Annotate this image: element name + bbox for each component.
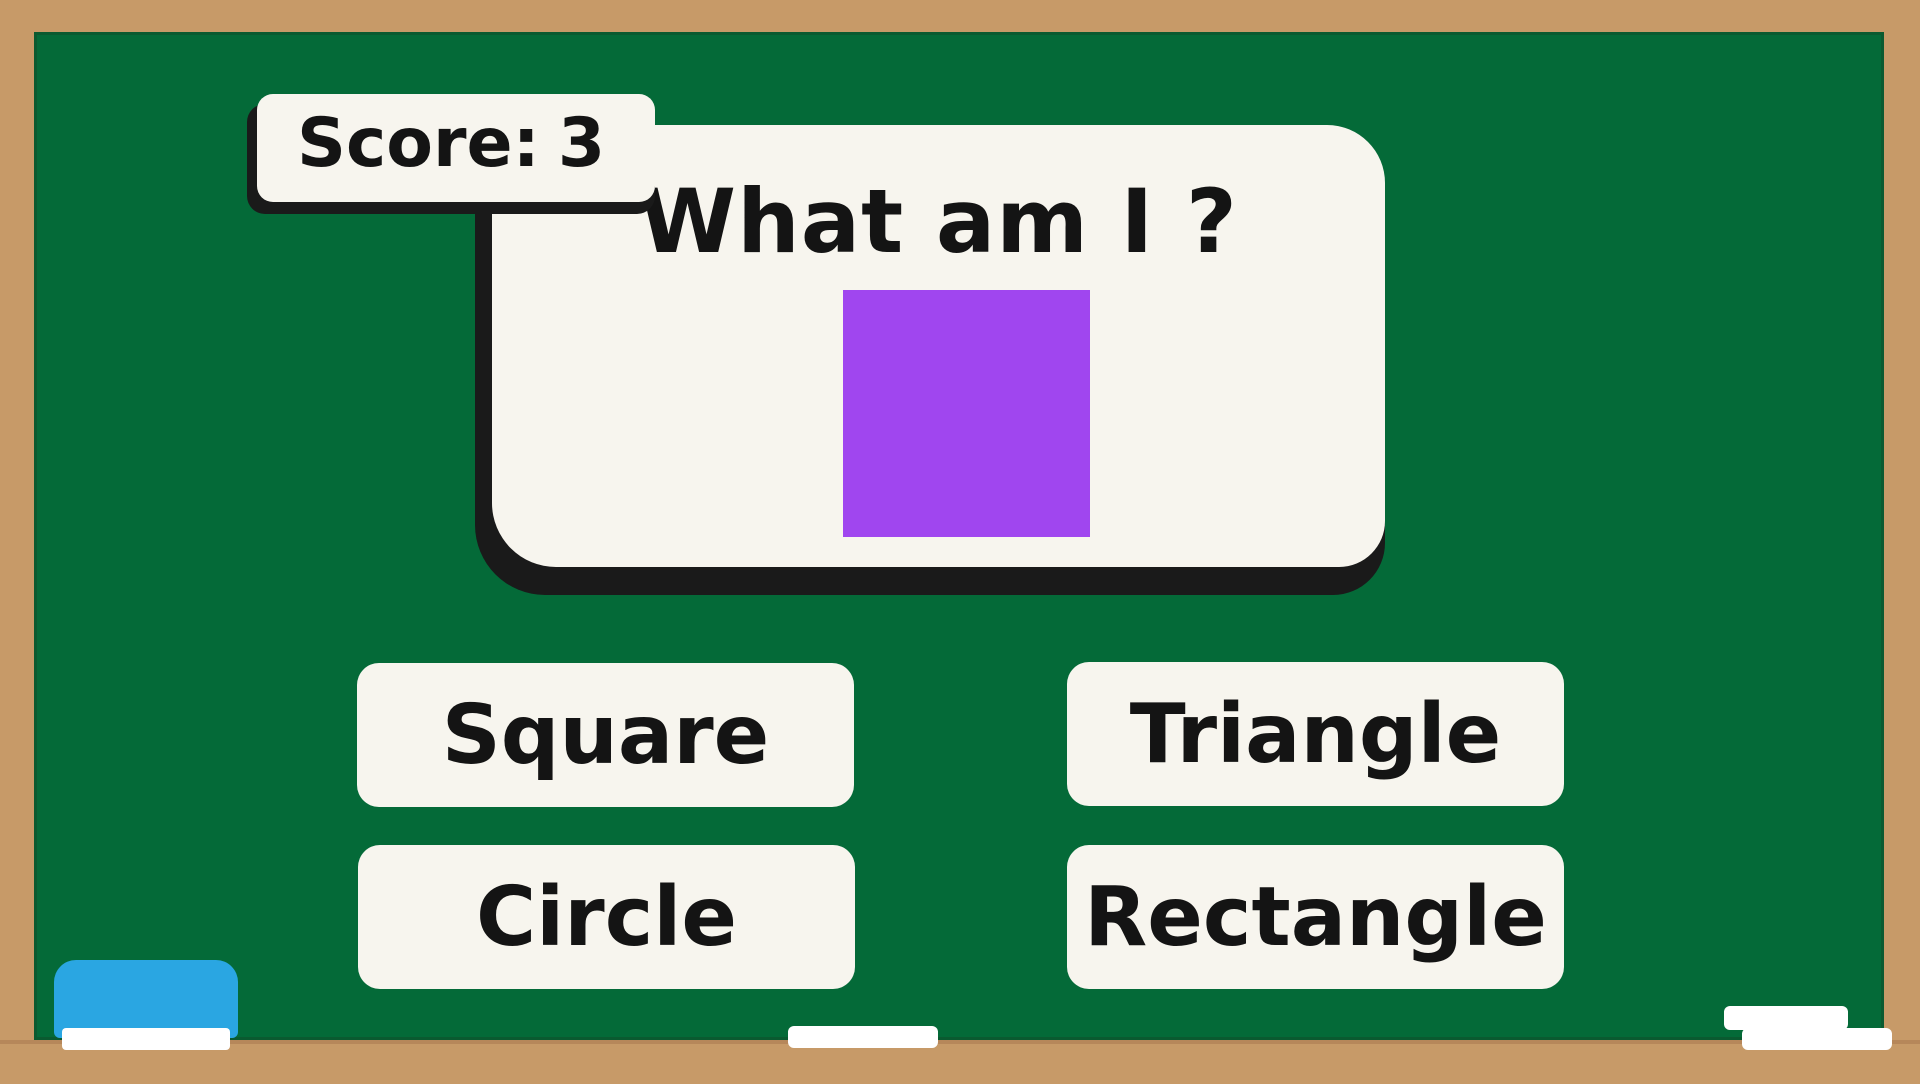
score-value: 3	[557, 104, 606, 183]
chalk-ledge	[0, 1040, 1920, 1084]
answer-label: Circle	[475, 869, 738, 965]
answer-label: Square	[441, 687, 770, 783]
shape-square	[843, 290, 1090, 537]
eraser-felt	[62, 1028, 230, 1050]
answer-button-square[interactable]: Square	[357, 663, 854, 807]
answer-label: Rectangle	[1084, 869, 1547, 965]
chalk-stick-icon	[1742, 1028, 1892, 1050]
score-label: Score:	[297, 104, 540, 183]
score-display: Score: 3	[297, 104, 605, 183]
chalk-stick-icon	[1724, 1006, 1848, 1030]
answer-button-rectangle[interactable]: Rectangle	[1067, 845, 1564, 989]
answer-button-circle[interactable]: Circle	[358, 845, 855, 989]
chalk-stick-icon	[788, 1026, 938, 1048]
answer-button-triangle[interactable]: Triangle	[1067, 662, 1564, 806]
answer-label: Triangle	[1129, 686, 1502, 782]
eraser-icon	[54, 960, 238, 1038]
score-box: Score: 3	[257, 94, 655, 202]
